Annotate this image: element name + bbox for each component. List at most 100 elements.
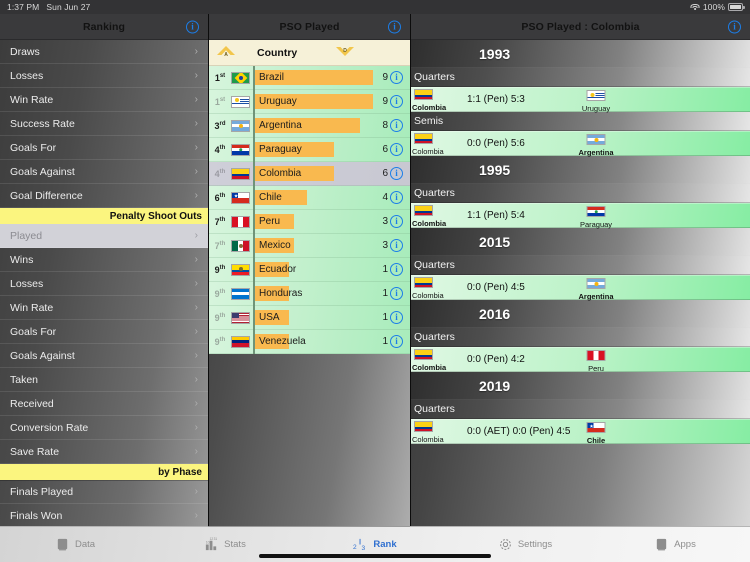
- away-team-name: Paraguay: [579, 220, 613, 229]
- row-info-icon[interactable]: i: [390, 215, 403, 228]
- table-row[interactable]: 9th Ecuador 1 i: [209, 257, 410, 282]
- table-row[interactable]: 1st Brazil 9 i: [209, 65, 410, 90]
- match-row[interactable]: Colombia 0:0 (Pen) 4:2 Peru: [411, 347, 750, 373]
- value-bar: Mexico: [255, 237, 295, 253]
- home-team: Colombia: [411, 87, 457, 112]
- sort-desc-label: D: [343, 47, 347, 54]
- table-row[interactable]: 3rd Argentina 8 i: [209, 113, 410, 138]
- rank-position: 9th: [214, 264, 226, 275]
- value-label: 9: [382, 72, 388, 83]
- sidebar-item-goal-difference[interactable]: Goal Difference ›: [0, 184, 208, 208]
- sidebar-item-finals-won[interactable]: Finals Won ›: [0, 504, 208, 526]
- row-info-icon[interactable]: i: [390, 239, 403, 252]
- value-label: 3: [382, 240, 388, 251]
- ranking-rows[interactable]: 1st Brazil 9 i 1st Uruguay 9 i 3rd Argentina 8 i 4th…: [209, 65, 410, 354]
- sidebar-item-win-rate[interactable]: Win Rate ›: [0, 296, 208, 320]
- rank-position: 6th: [214, 192, 226, 203]
- table-row[interactable]: 9th Honduras 1 i: [209, 281, 410, 306]
- row-info-icon[interactable]: i: [390, 95, 403, 108]
- sidebar-item-label: Success Rate: [10, 117, 75, 130]
- match-score: 0:0 (Pen) 4:5: [467, 282, 525, 293]
- ranking-column-header: A Country D: [209, 40, 410, 66]
- sidebar-item-conversion-rate[interactable]: Conversion Rate ›: [0, 416, 208, 440]
- row-info-icon[interactable]: i: [390, 311, 403, 324]
- away-team-flag-icon: [586, 350, 606, 361]
- sidebar-list[interactable]: Draws › Losses › Win Rate › Success Rate › Goals…: [0, 40, 208, 526]
- match-row[interactable]: Colombia 1:1 (Pen) 5:4 Paraguay: [411, 203, 750, 229]
- svg-text:3: 3: [362, 545, 366, 552]
- table-row[interactable]: 4th Colombia 6 i: [209, 161, 410, 186]
- sidebar-item-played[interactable]: Played ›: [0, 224, 208, 248]
- year-header: 1995: [411, 156, 750, 184]
- table-row[interactable]: 7th Peru 3 i: [209, 209, 410, 234]
- country-flag-icon: [231, 143, 250, 156]
- sidebar-item-label: Goals For: [10, 141, 57, 154]
- table-row[interactable]: 1st Uruguay 9 i: [209, 89, 410, 114]
- sidebar-item-goals-against[interactable]: Goals Against ›: [0, 344, 208, 368]
- sidebar-item-losses[interactable]: Losses ›: [0, 272, 208, 296]
- sidebar-item-received[interactable]: Received ›: [0, 392, 208, 416]
- sidebar-item-goals-for[interactable]: Goals For ›: [0, 320, 208, 344]
- row-info-icon[interactable]: i: [390, 263, 403, 276]
- value-bar: Venezuela: [255, 333, 306, 349]
- sidebar-item-finals-played[interactable]: Finals Played ›: [0, 480, 208, 504]
- gear-icon: [498, 537, 513, 552]
- sidebar-item-label: Win Rate: [10, 301, 54, 314]
- sort-asc-label: A: [224, 51, 228, 58]
- chevron-right-icon: ›: [194, 374, 198, 385]
- sidebar-item-wins[interactable]: Wins ›: [0, 248, 208, 272]
- country-name: Mexico: [259, 239, 291, 251]
- value-label: 1: [382, 288, 388, 299]
- sidebar-item-goals-for[interactable]: Goals For ›: [0, 136, 208, 160]
- match-row[interactable]: Colombia 1:1 (Pen) 5:3 Uruguay: [411, 87, 750, 113]
- home-team-name: Colombia: [412, 291, 444, 300]
- tab-apps[interactable]: Apps: [600, 527, 750, 562]
- detail-list[interactable]: 1993 Quarters Colombia 1:1 (Pen) 5:3 Uruguay…: [411, 40, 750, 526]
- sidebar-item-losses[interactable]: Losses ›: [0, 64, 208, 88]
- year-header: 2019: [411, 372, 750, 400]
- value-bar: Peru: [255, 213, 295, 229]
- match-row[interactable]: Colombia 0:0 (AET) 0:0 (Pen) 4:5 Chile: [411, 419, 750, 445]
- info-icon[interactable]: i: [728, 20, 741, 33]
- sidebar-item-success-rate[interactable]: Success Rate ›: [0, 112, 208, 136]
- status-time: 1:37 PM: [7, 2, 40, 12]
- column-header-country[interactable]: Country: [257, 47, 297, 59]
- chevron-right-icon: ›: [194, 46, 198, 57]
- value-bar-track: Uruguay: [253, 89, 382, 114]
- sort-ascending-icon[interactable]: A: [215, 44, 237, 62]
- row-info-icon[interactable]: i: [390, 143, 403, 156]
- row-info-icon[interactable]: i: [390, 71, 403, 84]
- sort-descending-icon[interactable]: D: [334, 44, 356, 62]
- sidebar-item-goals-against[interactable]: Goals Against ›: [0, 160, 208, 184]
- value-bar: Honduras: [255, 285, 302, 301]
- sidebar-item-win-rate[interactable]: Win Rate ›: [0, 88, 208, 112]
- rank-position: 9th: [214, 312, 226, 323]
- info-icon[interactable]: i: [186, 20, 199, 33]
- table-row[interactable]: 6th Chile 4 i: [209, 185, 410, 210]
- row-info-icon[interactable]: i: [390, 119, 403, 132]
- detail-title: PSO Played : Colombia: [521, 20, 640, 33]
- table-row[interactable]: 7th Mexico 3 i: [209, 233, 410, 258]
- value-label: 3: [382, 216, 388, 227]
- table-row[interactable]: 9th USA 1 i: [209, 305, 410, 330]
- value-bar: Chile: [255, 189, 308, 205]
- table-row[interactable]: 9th Venezuela 1 i: [209, 329, 410, 354]
- home-team-flag-icon: [414, 277, 433, 288]
- table-row[interactable]: 4th Paraguay 6 i: [209, 137, 410, 162]
- chevron-right-icon: ›: [194, 94, 198, 105]
- value-bar: Brazil: [255, 69, 373, 85]
- row-info-icon[interactable]: i: [390, 167, 403, 180]
- sidebar-item-draws[interactable]: Draws ›: [0, 40, 208, 64]
- row-info-icon[interactable]: i: [390, 287, 403, 300]
- info-icon[interactable]: i: [388, 20, 401, 33]
- match-row[interactable]: Colombia 0:0 (Pen) 4:5 Argentina: [411, 275, 750, 301]
- sidebar-item-taken[interactable]: Taken ›: [0, 368, 208, 392]
- row-info-icon[interactable]: i: [390, 335, 403, 348]
- value-bar-track: Chile: [253, 185, 382, 210]
- home-team-flag-icon: [414, 89, 433, 100]
- chevron-right-icon: ›: [194, 118, 198, 129]
- match-row[interactable]: Colombia 0:0 (Pen) 5:6 Argentina: [411, 131, 750, 157]
- tab-data[interactable]: Data: [0, 527, 150, 562]
- sidebar-item-save-rate[interactable]: Save Rate ›: [0, 440, 208, 464]
- row-info-icon[interactable]: i: [390, 191, 403, 204]
